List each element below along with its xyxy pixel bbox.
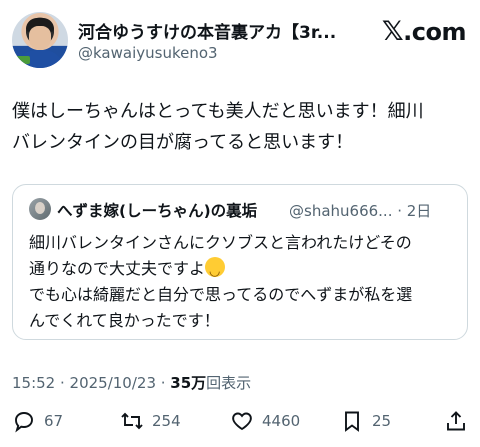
quoted-line: 細川バレンタインさんにクソブスと言われたけどその	[29, 233, 412, 252]
x-logo-icon: 𝕏	[381, 16, 404, 47]
reply-icon	[15, 412, 33, 433]
retweet-icon	[121, 412, 143, 430]
smiling-face-emoji-icon	[205, 257, 226, 285]
quoted-tweet[interactable]: へずま嫁(しーちゃん)の裏垢 @shahu666... · 2日 細川バレンタイ…	[12, 184, 468, 340]
heart-icon	[232, 412, 252, 431]
retweet-count: 254	[152, 412, 181, 430]
quoted-author-name: へずま嫁(しーちゃん)の裏垢	[57, 202, 258, 220]
author-handle[interactable]: @kawaiyusukeno3	[78, 44, 218, 62]
quoted-line: 通りなので大丈夫ですよ	[29, 256, 457, 285]
tweet-line: 僕はしーちゃんはとっても美人だと思います！細川	[12, 101, 424, 122]
bookmark-icon	[345, 411, 359, 432]
like-button[interactable]: 4460	[230, 406, 300, 436]
reply-count: 67	[44, 412, 64, 430]
tweet-body: 僕はしーちゃんはとっても美人だと思います！細川 バレンタインの目が腐ってると思い…	[12, 96, 468, 158]
author-display-name[interactable]: 河合ゆうすけの本音裏アカ【3r...	[78, 18, 368, 43]
retweet-button[interactable]: 254	[120, 406, 181, 436]
action-bar: 67 254 4460 25	[12, 406, 468, 436]
quoted-line-text: 通りなので大丈夫ですよ	[29, 259, 206, 278]
bookmark-count: 25	[372, 412, 392, 430]
views-label: 回表示	[206, 374, 252, 392]
quoted-author-avatar	[29, 198, 51, 220]
tweet-line: バレンタインの目が腐ってると思います！	[12, 132, 354, 153]
quoted-tweet-body: 細川バレンタインさんにクソブスと言われたけどその 通りなので大丈夫ですよ でも心…	[29, 230, 457, 334]
tweet-timestamp[interactable]: 15:52 · 2025/10/23 ·	[12, 374, 170, 392]
share-icon	[447, 411, 465, 431]
x-logo-text: .com	[403, 18, 466, 46]
bookmark-button[interactable]: 25	[340, 406, 391, 436]
author-avatar[interactable]	[12, 12, 68, 68]
quoted-author-handle: @shahu666... · 2日	[289, 202, 432, 220]
quoted-line: んでくれて良かったです！	[29, 311, 220, 330]
quoted-line: でも心は綺麗だと自分で思ってるのでへずまが私を選	[29, 285, 413, 304]
tweet-meta: 15:52 · 2025/10/23 · 35万回表示	[12, 372, 251, 393]
views-count: 35万	[170, 374, 207, 392]
reply-button[interactable]: 67	[12, 406, 63, 436]
tweet-header: 河合ゆうすけの本音裏アカ【3r... @kawaiyusukeno3 𝕏.com	[12, 10, 468, 70]
x-logo: 𝕏.com	[381, 16, 467, 47]
like-count: 4460	[262, 412, 301, 430]
share-button[interactable]	[444, 406, 468, 436]
